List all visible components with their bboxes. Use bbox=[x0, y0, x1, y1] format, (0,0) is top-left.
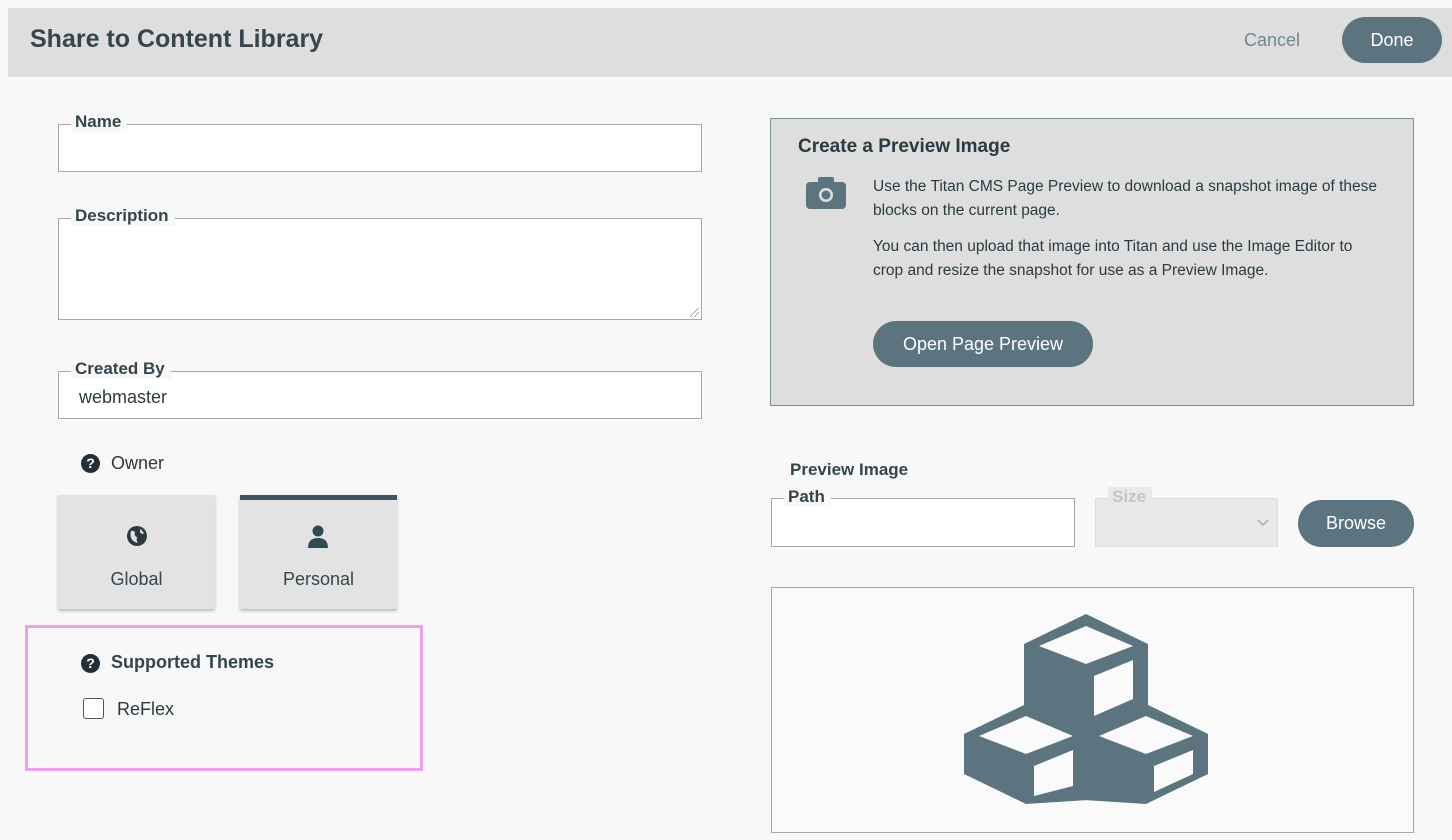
create-preview-panel: Create a Preview Image Use the Titan CMS… bbox=[770, 118, 1414, 406]
name-label: Name bbox=[71, 112, 128, 132]
preview-panel-text-2: You can then upload that image into Tita… bbox=[873, 238, 1353, 279]
path-label: Path bbox=[784, 487, 831, 507]
camera-icon bbox=[806, 177, 846, 209]
description-label: Description bbox=[71, 206, 175, 226]
resize-grip-icon[interactable] bbox=[690, 308, 699, 317]
cancel-button[interactable]: Cancel bbox=[1244, 30, 1300, 51]
chevron-down-icon bbox=[1257, 519, 1269, 527]
supported-themes-label: Supported Themes bbox=[111, 652, 275, 672]
owner-option-global[interactable]: Global bbox=[58, 495, 215, 609]
reflex-checkbox[interactable] bbox=[83, 698, 104, 719]
user-icon bbox=[308, 525, 328, 548]
cubes-icon bbox=[964, 614, 1208, 804]
preview-image-heading: Preview Image bbox=[790, 460, 909, 479]
globe-icon bbox=[127, 526, 147, 546]
dialog-title: Share to Content Library bbox=[30, 25, 324, 53]
preview-panel-title: Create a Preview Image bbox=[798, 136, 1011, 157]
dialog-header: Share to Content Library Cancel Done bbox=[8, 8, 1452, 77]
done-button[interactable]: Done bbox=[1342, 17, 1442, 63]
browse-button[interactable]: Browse bbox=[1298, 500, 1414, 547]
open-page-preview-button[interactable]: Open Page Preview bbox=[873, 321, 1093, 367]
owner-label: Owner bbox=[111, 453, 165, 473]
owner-help-icon[interactable]: ? bbox=[81, 454, 100, 473]
preview-image-placeholder bbox=[771, 587, 1414, 833]
created-by-value: webmaster bbox=[79, 387, 168, 407]
global-label: Global bbox=[110, 569, 163, 589]
size-label: Size bbox=[1108, 487, 1153, 507]
reflex-label: ReFlex bbox=[117, 699, 175, 719]
preview-panel-text-1: Use the Titan CMS Page Preview to downlo… bbox=[873, 178, 1378, 219]
personal-label: Personal bbox=[282, 569, 355, 589]
created-by-label: Created By bbox=[71, 359, 171, 379]
name-field[interactable] bbox=[58, 124, 702, 172]
themes-help-icon[interactable]: ? bbox=[81, 654, 100, 673]
owner-option-personal[interactable]: Personal bbox=[240, 495, 397, 609]
description-field[interactable] bbox=[58, 218, 702, 320]
